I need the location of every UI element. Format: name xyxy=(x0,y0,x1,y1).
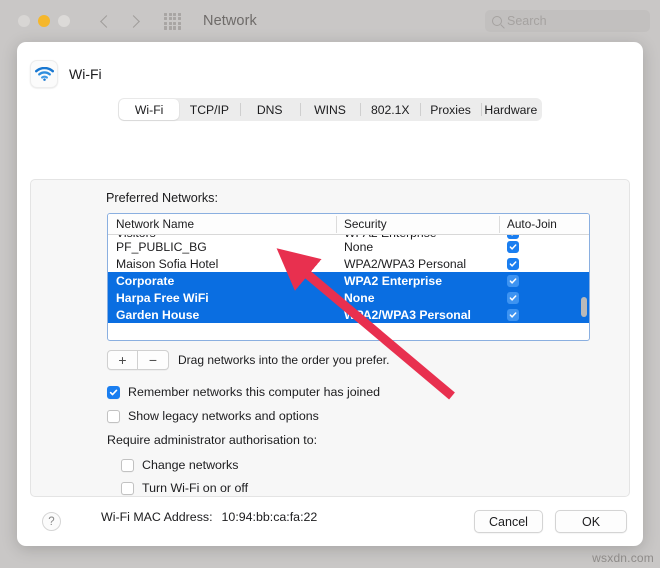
column-header-auto-join[interactable]: Auto-Join xyxy=(499,214,583,235)
turn-wifi-label: Turn Wi-Fi on or off xyxy=(142,481,249,495)
tab-tcpip[interactable]: TCP/IP xyxy=(179,99,239,120)
show-legacy-networks-label: Show legacy networks and options xyxy=(128,409,319,423)
search-icon xyxy=(492,16,502,26)
change-networks-label: Change networks xyxy=(142,458,239,472)
table-header-row: Network Name Security Auto-Join xyxy=(108,214,589,235)
close-window-button[interactable] xyxy=(18,15,30,27)
maximize-window-button[interactable] xyxy=(58,15,70,27)
cell-security: WPA2/WPA3 Personal xyxy=(344,256,467,271)
cell-auto-join[interactable] xyxy=(499,257,583,270)
auto-join-checkbox[interactable] xyxy=(507,240,519,253)
tab-wifi[interactable]: Wi-Fi xyxy=(119,99,180,120)
wifi-icon xyxy=(30,60,58,88)
tab-8021x[interactable]: 802.1X xyxy=(360,99,420,120)
minimize-window-button[interactable] xyxy=(38,15,50,27)
preferred-networks-table[interactable]: Network Name Security Auto-Join Visitors… xyxy=(107,213,590,341)
tab-dns[interactable]: DNS xyxy=(239,99,300,120)
remember-networks-checkbox[interactable] xyxy=(107,385,120,399)
mac-address-value: 10:94:bb:ca:fa:22 xyxy=(221,510,318,524)
table-row[interactable]: PF_PUBLIC_BG None xyxy=(108,238,589,255)
auto-join-checkbox[interactable] xyxy=(507,257,519,270)
table-row[interactable]: Visitors WPA2 Enterprise xyxy=(108,235,589,240)
cell-auto-join[interactable] xyxy=(499,274,583,287)
forward-arrow-icon[interactable] xyxy=(127,16,138,27)
tab-hardware[interactable]: Hardware xyxy=(480,99,541,120)
wifi-settings-panel: Preferred Networks: Network Name Securit… xyxy=(30,179,630,524)
add-network-button[interactable]: + xyxy=(107,350,138,370)
network-preferences-window: Network Search Wi-Fi Wi-Fi TCP/IP DNS WI… xyxy=(0,0,660,568)
cell-auto-join[interactable] xyxy=(499,240,583,253)
grid-icon[interactable] xyxy=(164,12,181,30)
cell-auto-join[interactable] xyxy=(499,235,583,239)
change-networks-option[interactable]: Change networks xyxy=(121,458,238,472)
ok-button[interactable]: OK xyxy=(555,510,627,533)
turn-wifi-checkbox[interactable] xyxy=(121,481,134,495)
remove-network-button[interactable]: − xyxy=(138,350,169,370)
cell-security: None xyxy=(344,290,375,305)
drag-hint-text: Drag networks into the order you prefer. xyxy=(178,353,390,367)
wifi-settings-sheet: Wi-Fi Wi-Fi TCP/IP DNS WINS 802.1X Proxi… xyxy=(17,42,643,546)
watermark: wsxdn.com xyxy=(592,551,654,565)
settings-tab-bar: Wi-Fi TCP/IP DNS WINS 802.1X Proxies Har… xyxy=(118,98,542,121)
show-legacy-networks-option[interactable]: Show legacy networks and options xyxy=(107,409,319,423)
cell-network-name: Maison Sofia Hotel xyxy=(116,256,219,271)
cell-network-name: Garden House xyxy=(116,307,200,322)
back-arrow-icon[interactable] xyxy=(100,16,111,27)
navigation-arrows xyxy=(100,16,138,27)
cell-auto-join[interactable] xyxy=(499,308,583,321)
remember-networks-label: Remember networks this computer has join… xyxy=(128,385,381,399)
auto-join-checkbox[interactable] xyxy=(507,308,519,321)
mac-address-row: Wi-Fi MAC Address: 10:94:bb:ca:fa:22 xyxy=(101,510,317,524)
sheet-header: Wi-Fi xyxy=(17,42,643,88)
search-placeholder: Search xyxy=(507,14,547,28)
cancel-button[interactable]: Cancel xyxy=(474,510,543,533)
table-body: Visitors WPA2 Enterprise PF_PUBLIC_BG No… xyxy=(108,235,589,340)
mac-address-label: Wi-Fi MAC Address: xyxy=(101,510,213,524)
table-scrollbar[interactable] xyxy=(581,297,587,317)
turn-wifi-option[interactable]: Turn Wi-Fi on or off xyxy=(121,481,248,495)
cell-auto-join[interactable] xyxy=(499,291,583,304)
table-row[interactable]: Garden House WPA2/WPA3 Personal xyxy=(108,306,589,323)
traffic-light-buttons xyxy=(18,15,70,27)
table-row[interactable]: Harpa Free WiFi None xyxy=(108,289,589,306)
cell-network-name: Corporate xyxy=(116,273,175,288)
change-networks-checkbox[interactable] xyxy=(121,458,134,472)
show-legacy-networks-checkbox[interactable] xyxy=(107,409,120,423)
auto-join-checkbox[interactable] xyxy=(507,274,519,287)
table-row[interactable]: Maison Sofia Hotel WPA2/WPA3 Personal xyxy=(108,255,589,272)
table-row[interactable]: Corporate WPA2 Enterprise xyxy=(108,272,589,289)
cell-security: WPA2 Enterprise xyxy=(344,273,442,288)
cell-security: None xyxy=(344,239,374,254)
add-remove-network-buttons: + − xyxy=(107,350,169,370)
auto-join-checkbox[interactable] xyxy=(507,291,519,304)
column-header-security[interactable]: Security xyxy=(336,214,499,235)
admin-authorisation-label: Require administrator authorisation to: xyxy=(107,433,318,447)
auto-join-checkbox[interactable] xyxy=(507,235,519,239)
tab-wins[interactable]: WINS xyxy=(299,99,360,120)
help-button[interactable]: ? xyxy=(42,512,61,531)
cell-network-name: PF_PUBLIC_BG xyxy=(116,239,207,254)
remember-networks-option[interactable]: Remember networks this computer has join… xyxy=(107,385,380,399)
column-header-network-name[interactable]: Network Name xyxy=(108,214,336,235)
tab-proxies[interactable]: Proxies xyxy=(420,99,480,120)
sheet-title: Wi-Fi xyxy=(69,66,102,82)
cell-security: WPA2/WPA3 Personal xyxy=(344,307,471,322)
page-title: Network xyxy=(203,13,257,29)
cell-network-name: Harpa Free WiFi xyxy=(116,290,209,305)
preferred-networks-label: Preferred Networks: xyxy=(106,191,218,205)
search-input[interactable]: Search xyxy=(485,10,650,32)
